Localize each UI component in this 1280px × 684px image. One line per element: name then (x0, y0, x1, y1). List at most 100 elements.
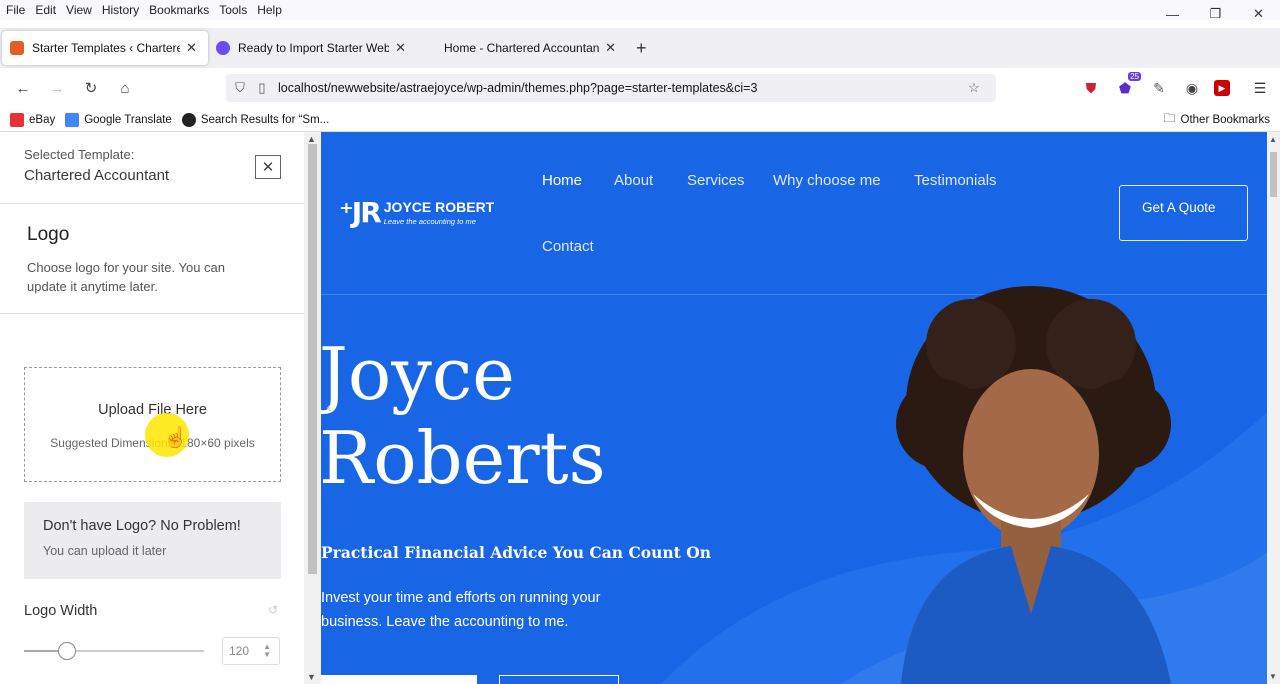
tab-title: Home - Chartered Accountant (444, 41, 600, 55)
secondary-cta-button[interactable] (499, 675, 619, 684)
tab-favicon-icon (422, 41, 436, 55)
bookmark-label: eBay (29, 113, 56, 126)
selected-template-name: Chartered Accountant (24, 167, 170, 184)
nav-why-choose-me[interactable]: Why choose me (773, 172, 881, 189)
nav-testimonials[interactable]: Testimonials (914, 172, 997, 189)
selected-template-label: Selected Template: (24, 147, 135, 162)
scroll-up-icon[interactable]: ▲ (1269, 135, 1277, 144)
tab-title: Starter Templates ‹ Chartered Ac (32, 41, 180, 55)
menu-edit[interactable]: Edit (30, 3, 61, 17)
restore-icon[interactable]: ❐ (1194, 0, 1237, 28)
brand-name: JOYCE ROBERT (383, 199, 495, 215)
window-controls: — ❐ ✕ (1151, 0, 1280, 28)
logo-width-slider[interactable] (24, 642, 204, 660)
logo-width-label: Logo Width (24, 603, 98, 619)
menu-file[interactable]: File (0, 3, 30, 17)
nav-about[interactable]: About (614, 172, 653, 189)
hero-title-line2: Roberts (321, 416, 606, 500)
close-window-icon[interactable]: ✕ (1237, 0, 1280, 28)
new-tab-icon[interactable]: + (636, 38, 647, 59)
bookmark-star-icon[interactable]: ☆ (960, 80, 988, 96)
reload-icon[interactable]: ↻ (74, 71, 108, 105)
tab-starter-templates[interactable]: Starter Templates ‹ Chartered Ac ✕ (2, 31, 208, 65)
home-icon[interactable]: ⌂ (108, 71, 142, 105)
extension-icon[interactable]: ⬟ 25 (1113, 72, 1141, 100)
menu-tools[interactable]: Tools (214, 3, 252, 17)
upload-title: Upload File Here (98, 402, 207, 418)
tab-favicon-icon (10, 41, 24, 55)
scroll-down-icon[interactable]: ▼ (307, 672, 316, 682)
nav-home[interactable]: Home (542, 172, 582, 189)
forward-icon[interactable]: → (40, 71, 74, 105)
minimize-icon[interactable]: — (1151, 0, 1194, 28)
no-logo-desc: You can upload it later (43, 544, 167, 558)
bookmarks-bar: eBay Google Translate Search Results for… (0, 108, 1280, 132)
extension-badge: 25 (1128, 72, 1141, 81)
bookmark-search-results[interactable]: Search Results for “Sm... (181, 112, 330, 127)
shield-icon[interactable]: ⛉ (226, 80, 254, 96)
divider (0, 313, 304, 314)
other-bookmarks-label: Other Bookmarks (1180, 113, 1270, 126)
bookmark-label: Google Translate (84, 113, 172, 126)
primary-cta-button[interactable] (321, 675, 477, 684)
reset-icon[interactable]: ↺ (268, 603, 278, 617)
stepper-icon[interactable]: ▲ ▼ (263, 643, 271, 659)
folder-icon: 🗀 (1163, 111, 1176, 125)
logo-heading: Logo (27, 224, 70, 245)
divider (0, 203, 304, 204)
bookmark-label: Search Results for “Sm... (200, 113, 330, 126)
eyedropper-icon[interactable]: ✎ (1147, 76, 1171, 100)
other-bookmarks[interactable]: 🗀 Other Bookmarks (1164, 109, 1271, 130)
tab-strip: Starter Templates ‹ Chartered Ac ✕ Ready… (0, 28, 1280, 68)
menu-help[interactable]: Help (252, 3, 287, 17)
scroll-up-icon[interactable]: ▲ (307, 134, 316, 144)
collapse-panel-icon[interactable]: ‹ (321, 395, 337, 421)
back-icon[interactable]: ← (6, 71, 40, 105)
brand-tagline: Leave the accounting to me (383, 217, 476, 226)
nav-services[interactable]: Services (687, 172, 745, 189)
no-logo-title: Don't have Logo? No Problem! (43, 518, 241, 534)
menu-history[interactable]: History (97, 3, 144, 17)
site-logo[interactable]: ⁺JR JOYCE ROBERT Leave the accounting to … (339, 196, 494, 229)
menu-view[interactable]: View (61, 3, 97, 17)
close-icon: ✕ (261, 159, 275, 176)
tab-favicon-icon (216, 41, 230, 55)
logo-width-value: 120 (229, 644, 250, 658)
no-logo-box: Don't have Logo? No Problem! You can upl… (24, 502, 281, 579)
hamburger-menu-icon[interactable]: ☰ (1248, 76, 1272, 100)
hero-subheading: Practical Financial Advice You Can Count… (321, 543, 712, 562)
scrollbar-thumb[interactable] (1270, 152, 1277, 197)
close-tab-icon[interactable]: ✕ (395, 40, 406, 56)
tab-title: Ready to Import Starter Website (238, 41, 390, 55)
url-text[interactable]: localhost/newwebsite/astraejoyce/wp-admi… (278, 81, 757, 95)
logo-mark: ⁺JR (339, 196, 382, 229)
close-tab-icon[interactable]: ✕ (605, 40, 616, 56)
tab-ready-to-import[interactable]: Ready to Import Starter Website ✕ (208, 31, 414, 65)
preview-scrollbar[interactable]: ▲ ▼ (1267, 132, 1280, 684)
logo-description: Choose logo for your site. You can updat… (27, 260, 226, 294)
scrollbar-thumb[interactable] (308, 144, 317, 574)
nav-contact[interactable]: Contact (542, 238, 594, 255)
bookmark-google-translate[interactable]: Google Translate (65, 112, 172, 127)
close-panel-button[interactable]: ✕ (255, 155, 281, 179)
ebay-icon (10, 112, 24, 127)
panel-scrollbar[interactable]: ▲ ▼ (304, 132, 321, 684)
logo-width-input[interactable]: 120 ▲ ▼ (222, 637, 280, 665)
youtube-ext-icon[interactable]: ▶ (1214, 80, 1230, 96)
mouse-cursor-highlight: ☝ (145, 413, 189, 457)
tab-home-chartered[interactable]: Home - Chartered Accountant ✕ (414, 31, 624, 65)
menu-bar: File Edit View History Bookmarks Tools H… (0, 0, 1280, 20)
scroll-down-icon[interactable]: ▼ (1269, 672, 1277, 681)
search-results-icon (181, 112, 196, 127)
get-a-quote-button[interactable]: Get A Quote (1119, 185, 1248, 241)
hero-title-line1: Joyce (321, 332, 515, 416)
menu-bookmarks[interactable]: Bookmarks (144, 3, 214, 17)
bookmark-ebay[interactable]: eBay (10, 112, 56, 127)
translate-icon (65, 112, 80, 127)
vpn-icon[interactable]: ◉ (1180, 76, 1204, 100)
pocket-icon[interactable]: ⛊ (1079, 76, 1103, 100)
address-bar[interactable]: ⛉ ▯ localhost/newwebsite/astraejoyce/wp-… (226, 74, 996, 102)
hero-paragraph: Invest your time and efforts on running … (321, 590, 601, 630)
close-tab-icon[interactable]: ✕ (186, 40, 197, 56)
pointer-cursor-icon: ☝ (163, 427, 188, 449)
